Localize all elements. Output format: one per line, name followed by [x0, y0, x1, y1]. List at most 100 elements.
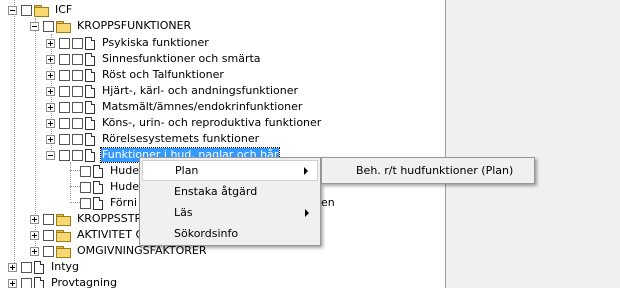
document-icon — [85, 68, 95, 82]
checkbox[interactable] — [59, 101, 70, 113]
tree-node-label: AKTIVITET O — [77, 228, 145, 241]
expand-icon[interactable] — [46, 86, 55, 96]
tree-connector — [70, 162, 71, 200]
checkbox[interactable] — [72, 117, 83, 129]
tree-node-label: Hude — [110, 180, 139, 193]
checkbox[interactable] — [72, 133, 83, 145]
tree-node-hud-child[interactable]: Hude — [80, 163, 140, 179]
tree-node-label: ICF — [55, 3, 73, 16]
menu-item-las[interactable]: Läs — [142, 202, 318, 223]
tree-node-label-tail: en — [320, 195, 336, 211]
checkbox[interactable] — [43, 213, 54, 225]
tree-node-matsmalt[interactable]: Matsmält/ämnes/endokrinfunktioner — [46, 99, 303, 115]
tree-node-label: Provtagning — [51, 276, 117, 288]
document-icon — [85, 100, 95, 114]
menu-item-label: Enstaka åtgärd — [174, 185, 258, 198]
tree-node-label: Hjärt-, kärl- och andningsfunktioner — [102, 84, 299, 97]
menu-item-label: Läs — [174, 206, 193, 219]
checkbox[interactable] — [21, 277, 32, 288]
checkbox[interactable] — [59, 53, 70, 65]
expand-icon[interactable] — [30, 246, 39, 256]
tree-node-hud-child[interactable]: Förni — [80, 195, 138, 211]
collapse-icon[interactable] — [46, 150, 55, 160]
checkbox[interactable] — [21, 261, 32, 273]
plan-submenu: Beh. r/t hudfunktioner (Plan) — [321, 157, 535, 184]
tree-node-label: Hude — [110, 164, 139, 177]
expand-icon[interactable] — [46, 118, 55, 128]
tree-node-provtagning[interactable]: Provtagning — [8, 275, 118, 288]
checkbox[interactable] — [72, 53, 83, 65]
tree-node-label: Sinnesfunktioner och smärta — [102, 52, 261, 65]
tree-connector — [70, 202, 80, 203]
checkbox[interactable] — [43, 245, 54, 257]
checkbox[interactable] — [80, 197, 91, 209]
folder-icon — [56, 213, 71, 226]
menu-item-sokordsinfo[interactable]: Sökordsinfo — [142, 223, 318, 244]
document-icon — [85, 148, 95, 162]
checkbox[interactable] — [59, 149, 70, 161]
tree-node-kroppsfunktioner[interactable]: KROPPSFUNKTIONER — [30, 18, 192, 34]
tree-node-icf[interactable]: ICF — [8, 2, 73, 18]
expand-icon[interactable] — [30, 214, 39, 224]
expand-icon[interactable] — [46, 70, 55, 80]
document-icon — [85, 52, 95, 66]
tree-node-sinnes[interactable]: Sinnesfunktioner och smärta — [46, 51, 262, 67]
tree-node-intyg[interactable]: Intyg — [8, 259, 80, 275]
checkbox[interactable] — [72, 85, 83, 97]
checkbox[interactable] — [80, 165, 91, 177]
checkbox[interactable] — [72, 69, 83, 81]
document-icon — [93, 180, 103, 194]
expand-icon[interactable] — [8, 262, 17, 272]
document-icon — [34, 276, 44, 288]
document-icon — [85, 84, 95, 98]
expand-icon[interactable] — [8, 278, 17, 288]
submenu-item-beh-hudfunktioner[interactable]: Beh. r/t hudfunktioner (Plan) — [356, 164, 513, 177]
document-icon — [85, 116, 95, 130]
tree-connector — [14, 0, 15, 265]
tree-connector — [70, 170, 80, 171]
document-icon — [34, 260, 44, 274]
tree-node-hjart[interactable]: Hjärt-, kärl- och andningsfunktioner — [46, 83, 299, 99]
tree-node-label: Köns-, urin- och reproduktiva funktioner — [102, 116, 322, 129]
tree-node-psykiska[interactable]: Psykiska funktioner — [46, 35, 210, 51]
document-icon — [93, 196, 103, 210]
tree-node-kons[interactable]: Köns-, urin- och reproduktiva funktioner — [46, 115, 322, 131]
tree-node-rorelse[interactable]: Rörelsesystemets funktioner — [46, 131, 260, 147]
checkbox[interactable] — [43, 20, 54, 32]
tree-node-aktivitet[interactable]: AKTIVITET O — [30, 227, 145, 243]
context-menu: Plan Enstaka åtgärd Läs Sökordsinfo — [139, 157, 321, 246]
submenu-arrow-icon — [305, 208, 309, 217]
checkbox[interactable] — [72, 37, 83, 49]
tree-node-kroppsstrukturer[interactable]: KROPPSSTRU — [30, 211, 151, 227]
tree-node-label: Matsmält/ämnes/endokrinfunktioner — [102, 100, 303, 113]
checkbox[interactable] — [72, 149, 83, 161]
expand-icon[interactable] — [30, 230, 39, 240]
expand-icon[interactable] — [46, 38, 55, 48]
tree-node-label: Förni — [110, 196, 138, 209]
collapse-icon[interactable] — [8, 5, 17, 15]
document-icon — [93, 164, 103, 178]
checkbox[interactable] — [59, 37, 70, 49]
expand-icon[interactable] — [46, 134, 55, 144]
collapse-icon[interactable] — [30, 21, 39, 31]
checkbox[interactable] — [59, 117, 70, 129]
checkbox[interactable] — [59, 133, 70, 145]
tree-node-label: en — [321, 196, 335, 209]
folder-icon — [56, 229, 71, 242]
checkbox[interactable] — [43, 229, 54, 241]
menu-item-enstaka-atgard[interactable]: Enstaka åtgärd — [142, 181, 318, 202]
tree-node-label: Rörelsesystemets funktioner — [102, 132, 260, 145]
expand-icon[interactable] — [46, 102, 55, 112]
menu-item-label: Sökordsinfo — [174, 227, 239, 240]
menu-item-plan[interactable]: Plan — [142, 160, 318, 181]
expand-icon[interactable] — [46, 54, 55, 64]
checkbox[interactable] — [80, 181, 91, 193]
folder-icon — [56, 20, 71, 33]
checkbox[interactable] — [21, 4, 32, 16]
checkbox[interactable] — [59, 69, 70, 81]
checkbox[interactable] — [59, 85, 70, 97]
document-icon — [85, 132, 95, 146]
tree-node-hud-child[interactable]: Hude — [80, 179, 140, 195]
checkbox[interactable] — [72, 101, 83, 113]
tree-node-rost[interactable]: Röst och Talfunktioner — [46, 67, 225, 83]
